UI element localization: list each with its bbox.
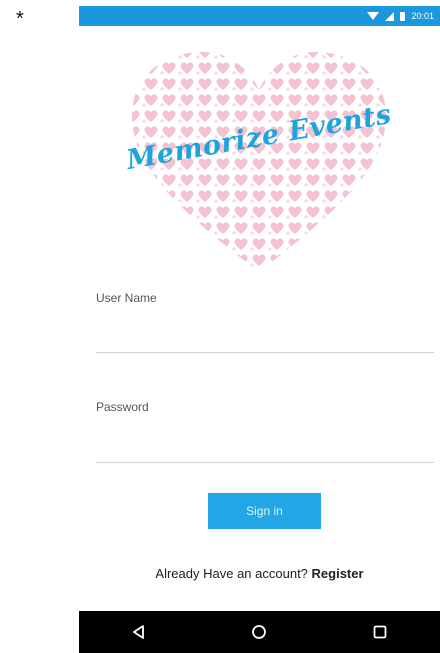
android-nav-bar (79, 611, 440, 653)
status-time: 20:01 (411, 11, 434, 21)
username-field[interactable] (96, 326, 434, 353)
register-link[interactable]: Register (312, 566, 364, 581)
password-label: Password (96, 400, 149, 414)
recents-button[interactable] (360, 617, 400, 647)
wifi-icon (367, 12, 380, 20)
home-button[interactable] (239, 617, 279, 647)
back-triangle-icon (133, 625, 145, 639)
register-prompt-text: Already Have an account? (155, 566, 308, 581)
sign-in-button[interactable]: Sign in (208, 493, 321, 529)
username-label: User Name (96, 291, 157, 305)
phone-screen: 20:01 Memorize Events User Name Password… (79, 6, 440, 653)
back-button[interactable] (119, 617, 159, 647)
register-prompt: Already Have an account? Register (79, 566, 440, 581)
app-logo: Memorize Events (124, 44, 394, 279)
signal-icon (385, 11, 395, 21)
recents-square-icon (373, 625, 387, 639)
screenshot-canvas: * 20:01 Memorize Events User Name Passwo… (0, 0, 440, 653)
battery-icon (400, 11, 406, 21)
status-bar: 20:01 (79, 6, 440, 26)
password-field[interactable] (96, 436, 434, 463)
corner-asterisk: * (16, 8, 24, 30)
home-circle-icon (252, 625, 267, 639)
